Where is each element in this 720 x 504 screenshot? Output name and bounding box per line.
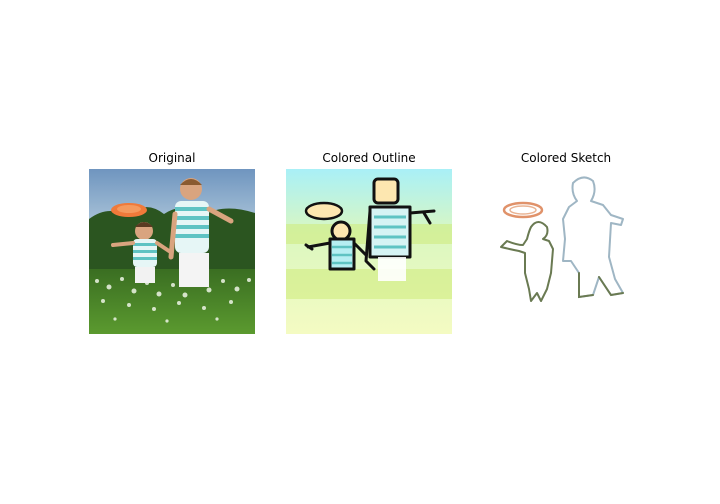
panel-title-colored-sketch: Colored Sketch xyxy=(520,151,612,165)
colored-sketch-image xyxy=(483,169,649,334)
outline-frisbee xyxy=(304,201,344,221)
outline-adult-legs xyxy=(378,257,406,281)
colored-outline-image xyxy=(286,169,452,334)
panel-colored-outline: Colored Outline xyxy=(286,150,452,334)
panel-title-original: Original xyxy=(148,151,196,165)
panel-original: Original xyxy=(89,150,255,334)
panel-title-colored-outline: Colored Outline xyxy=(322,151,416,165)
panel-colored-sketch: Colored Sketch xyxy=(483,150,649,334)
original-photo xyxy=(89,169,255,334)
